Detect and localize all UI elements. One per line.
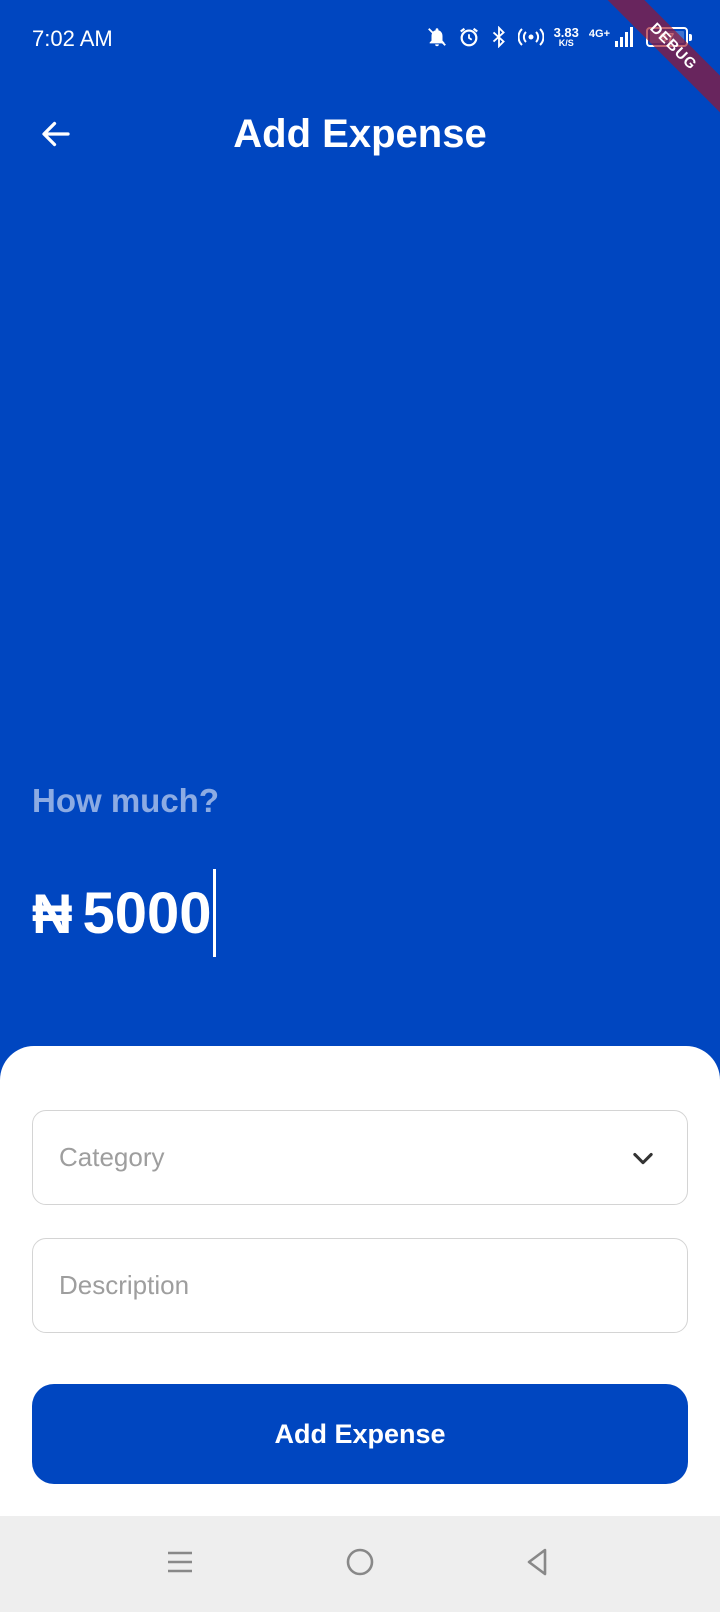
nav-menu-button[interactable] [158,1542,202,1586]
page-title: Add Expense [233,112,487,156]
signal-icon [614,26,636,48]
text-cursor [213,869,217,957]
amount-label: How much? [32,782,219,819]
category-dropdown[interactable]: Category [32,1110,688,1205]
amount-input[interactable]: ₦ 5000 [32,868,217,958]
currency-symbol: ₦ [32,881,73,945]
chevron-down-icon [625,1140,661,1176]
add-expense-button[interactable]: Add Expense [32,1384,688,1484]
network-type: 4G+ [588,28,610,40]
bell-off-icon [426,26,448,48]
network-speed-unit: K/S [558,38,574,48]
alarm-icon [458,26,480,48]
amount-value: 5000 [82,880,212,946]
status-bar: 7:02 AM 3.83 K/S 4G+ [0,0,720,80]
description-field[interactable] [32,1238,688,1333]
app-bar: Add Expense [0,96,720,176]
nav-home-button[interactable] [338,1542,382,1586]
description-input[interactable] [59,1270,661,1301]
menu-icon [165,1547,195,1582]
system-nav-bar [0,1516,720,1612]
network-speed: 3.83 K/S [554,26,579,48]
nav-back-button[interactable] [516,1542,560,1586]
bluetooth-icon [490,26,508,48]
back-icon [523,1547,553,1582]
add-expense-screen: 7:02 AM 3.83 K/S 4G+ DEBUG Add Expense H… [0,0,720,1612]
hotspot-icon [517,26,544,48]
form-sheet: Category Add Expense [0,1046,720,1516]
home-icon [345,1547,375,1582]
category-placeholder: Category [59,1142,165,1172]
status-time: 7:02 AM [32,26,113,51]
